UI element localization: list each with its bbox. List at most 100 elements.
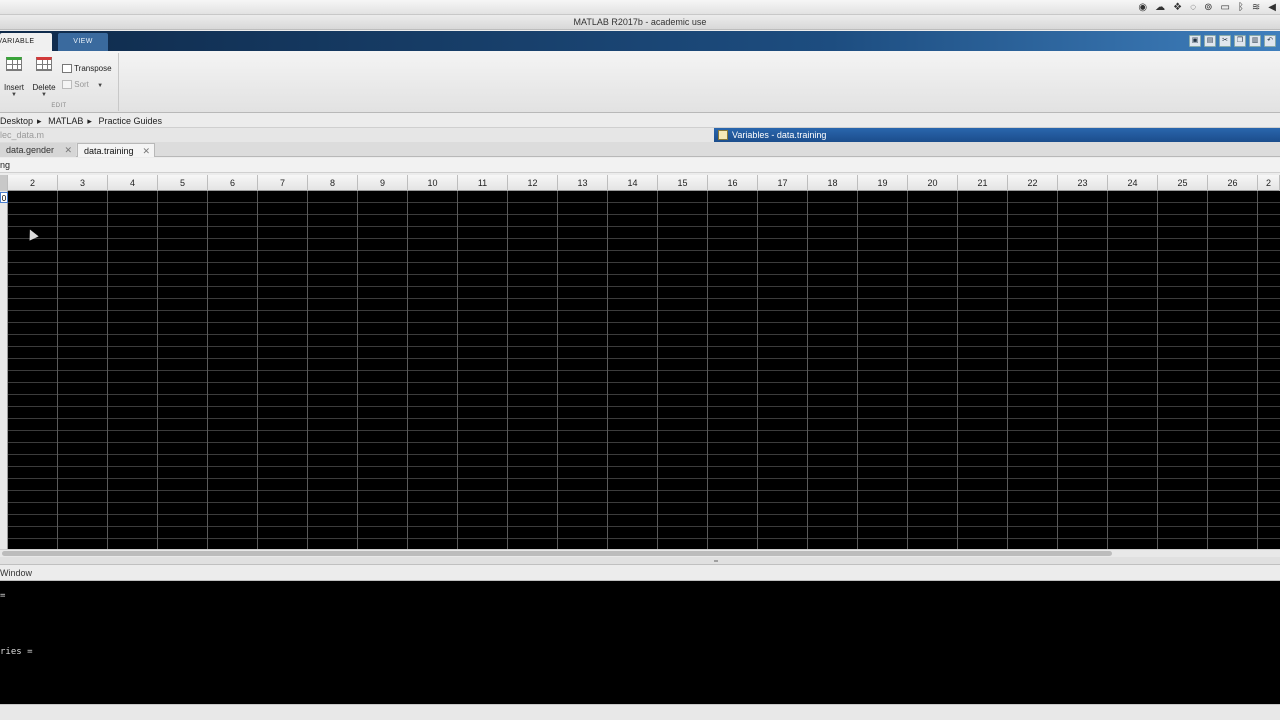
monitor-icon[interactable]: ▭ [1220, 1, 1229, 14]
cloud-icon[interactable]: ☁ [1155, 1, 1165, 14]
tab-view[interactable]: VIEW [58, 33, 108, 51]
column-header[interactable]: 13 [558, 175, 608, 191]
group-label-edit: EDIT [51, 103, 67, 109]
variable-editor-icon [718, 130, 728, 140]
chevron-right-icon: ▸ [37, 116, 42, 126]
copy-icon[interactable]: ❐ [1234, 35, 1246, 47]
pane-header: lec_data.m Variables - data.training [0, 128, 1280, 142]
tab-data-training[interactable]: data.training ✕ [77, 143, 155, 157]
paste-icon[interactable]: ▥ [1249, 35, 1261, 47]
insert-button[interactable]: Insert ▼ [3, 57, 25, 98]
selected-cell[interactable]: 0 [0, 192, 8, 203]
column-header[interactable]: 9 [358, 175, 408, 191]
column-header[interactable]: 21 [958, 175, 1008, 191]
column-header[interactable]: 15 [658, 175, 708, 191]
column-header-row: 2 3 4 5 6 7 8 9 10 11 12 13 14 15 16 17 18 19 20 21 22 23 24 25… [0, 175, 1280, 191]
status-tray: ◉ ☁ ❖ ◌ ⊚ ▭ ᛒ ≋ ◀ [1138, 1, 1280, 14]
chevron-right-icon: ▸ [87, 116, 92, 126]
status-bar [0, 704, 1280, 720]
column-header[interactable]: 10 [408, 175, 458, 191]
column-header[interactable]: 20 [908, 175, 958, 191]
column-header[interactable]: 2 [8, 175, 58, 191]
save-icon[interactable]: ▤ [1204, 35, 1216, 47]
window-title: MATLAB R2017b - academic use [0, 15, 1280, 30]
command-output-line: ries = [0, 647, 33, 657]
dropbox-icon[interactable]: ❖ [1173, 1, 1182, 14]
new-icon[interactable]: ▣ [1189, 35, 1201, 47]
close-icon[interactable]: ✕ [142, 144, 150, 158]
sort-label: Sort [74, 80, 89, 89]
column-header[interactable]: 7 [258, 175, 308, 191]
sort-icon [62, 80, 72, 90]
chevron-down-icon: ▼ [97, 83, 104, 89]
variable-grid[interactable]: 2 3 4 5 6 7 8 9 10 11 12 13 14 15 16 17 18 19 20 21 22 23 24 25… [0, 175, 1280, 549]
column-header[interactable]: 22 [1008, 175, 1058, 191]
tab-label: data.gender [6, 145, 55, 155]
column-header[interactable]: 14 [608, 175, 658, 191]
splitter-grip [714, 560, 718, 562]
transpose-icon [62, 64, 72, 74]
insert-icon [6, 57, 22, 71]
column-header[interactable]: 2 [1258, 175, 1280, 191]
command-output-line: = [0, 591, 6, 601]
creative-cloud-icon[interactable]: ⊚ [1204, 1, 1212, 14]
wifi-icon[interactable]: ≋ [1252, 1, 1260, 14]
command-window-title: Window [0, 566, 1280, 581]
volume-icon[interactable]: ◀ [1268, 1, 1276, 14]
breadcrumb: Desktop ▸ MATLAB ▸ Practice Guides [0, 114, 1280, 128]
record-icon[interactable]: ◉ [1138, 1, 1147, 14]
corner-cell[interactable] [0, 175, 8, 191]
ribbon: Insert ▼ Delete ▼ Transpose Sort ▼ EDIT [0, 51, 1280, 113]
variables-title-text: Variables - data.training [732, 130, 827, 140]
undo-icon[interactable]: ↶ [1264, 35, 1276, 47]
column-header[interactable]: 25 [1158, 175, 1208, 191]
column-header[interactable]: 12 [508, 175, 558, 191]
pane-splitter[interactable] [0, 557, 1280, 565]
transpose-button[interactable]: Transpose [62, 64, 118, 74]
cut-icon[interactable]: ✂ [1219, 35, 1231, 47]
delete-button[interactable]: Delete ▼ [32, 57, 56, 98]
breadcrumb-item[interactable]: Desktop [0, 116, 33, 126]
tab-data-gender[interactable]: data.gender ✕ [0, 143, 76, 157]
variable-tabs: data.gender ✕ data.training ✕ [0, 142, 1280, 157]
column-header[interactable]: 6 [208, 175, 258, 191]
column-header[interactable]: 23 [1058, 175, 1108, 191]
column-header[interactable]: 4 [108, 175, 158, 191]
column-header[interactable]: 5 [158, 175, 208, 191]
insert-label: Insert [3, 83, 24, 92]
chevron-down-icon: ▼ [41, 92, 47, 98]
grid-cells[interactable] [8, 191, 1280, 549]
breadcrumb-item[interactable]: MATLAB [48, 116, 83, 126]
column-header[interactable]: 3 [58, 175, 108, 191]
quick-access-toolbar: ▣ ▤ ✂ ❐ ▥ ↶ [1189, 35, 1276, 47]
sort-button[interactable]: Sort ▼ [62, 80, 118, 90]
column-header[interactable]: 16 [708, 175, 758, 191]
column-header[interactable]: 11 [458, 175, 508, 191]
column-header[interactable]: 24 [1108, 175, 1158, 191]
sync-icon[interactable]: ◌ [1190, 1, 1196, 14]
mac-menubar: ◉ ☁ ❖ ◌ ⊚ ▭ ᛒ ≋ ◀ [0, 0, 1280, 15]
column-header[interactable]: 8 [308, 175, 358, 191]
scrollbar-thumb[interactable] [2, 551, 1112, 556]
variables-panel-title: Variables - data.training [714, 128, 1280, 142]
variable-name-strip: ng [0, 158, 1280, 173]
transpose-label: Transpose [74, 64, 112, 73]
toolstrip-tabs: VARIABLE VIEW ▣ ▤ ✂ ❐ ▥ ↶ [0, 31, 1280, 51]
delete-label: Delete [32, 83, 56, 92]
breadcrumb-item[interactable]: Practice Guides [98, 116, 162, 126]
column-header[interactable]: 17 [758, 175, 808, 191]
column-header[interactable]: 26 [1208, 175, 1258, 191]
row-header-column [0, 191, 8, 549]
column-header[interactable]: 18 [808, 175, 858, 191]
group-separator [118, 53, 119, 111]
tab-variable[interactable]: VARIABLE [0, 33, 52, 51]
command-window[interactable]: = ries = [0, 581, 1280, 704]
bluetooth-icon[interactable]: ᛒ [1238, 1, 1244, 14]
horizontal-scrollbar[interactable] [0, 549, 1280, 557]
chevron-down-icon: ▼ [11, 92, 17, 98]
close-icon[interactable]: ✕ [64, 143, 72, 157]
editor-file-hint[interactable]: lec_data.m [0, 128, 44, 142]
delete-icon [36, 57, 52, 71]
tab-label: data.training [84, 146, 134, 156]
column-header[interactable]: 19 [858, 175, 908, 191]
